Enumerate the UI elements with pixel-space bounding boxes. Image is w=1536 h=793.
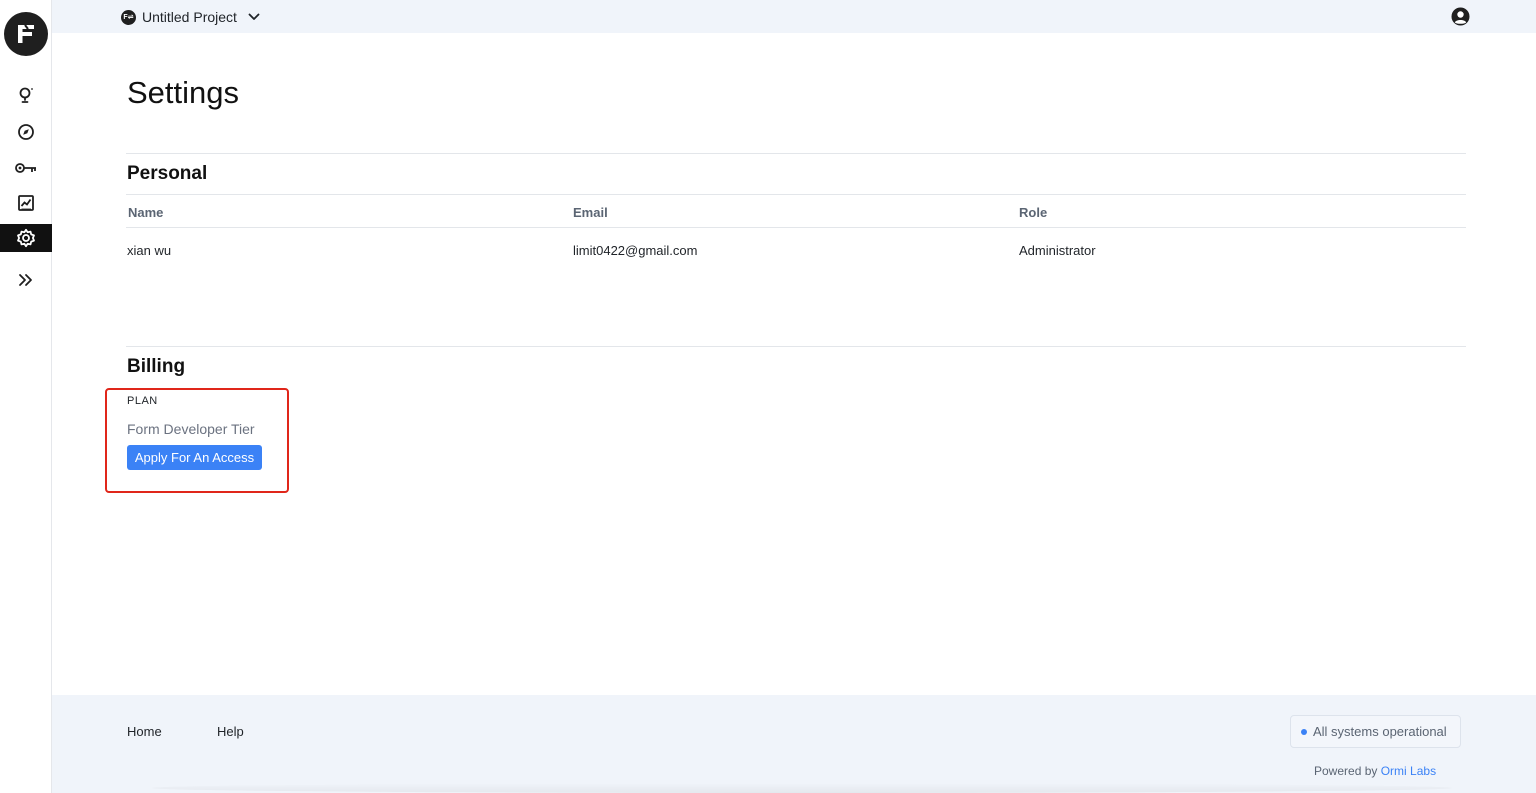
page-title: Settings <box>127 75 240 110</box>
personal-section-title: Personal <box>127 163 208 184</box>
column-header-email: Email <box>573 205 608 220</box>
footer: Home Help All systems operational Powere… <box>52 695 1536 793</box>
divider <box>126 346 1466 347</box>
powered-by-label: Powered by <box>1314 764 1378 778</box>
compass-icon[interactable] <box>0 118 52 146</box>
status-badge[interactable]: All systems operational <box>1290 715 1461 748</box>
user-role-cell: Administrator <box>1019 243 1096 258</box>
app-root: F⇌ Untitled Project Settings Personal Na… <box>0 0 1536 793</box>
project-name: Untitled Project <box>142 9 237 25</box>
f-logo-icon[interactable] <box>4 12 48 56</box>
column-header-name: Name <box>128 205 164 220</box>
expand-icon[interactable] <box>0 266 52 294</box>
footer-help-link[interactable]: Help <box>217 724 244 739</box>
settings-main: Settings Personal Name Email Role xian w… <box>52 33 1536 695</box>
status-text: All systems operational <box>1313 724 1447 739</box>
billing-section-title: Billing <box>127 356 186 377</box>
divider <box>126 153 1466 154</box>
divider <box>126 194 1466 195</box>
key-icon[interactable] <box>0 154 52 182</box>
status-dot-icon <box>1301 728 1307 735</box>
powered-by: Powered by Ormi Labs <box>1314 764 1436 778</box>
apply-for-access-button[interactable]: Apply For An Access <box>127 445 262 470</box>
project-selector[interactable]: F⇌ Untitled Project <box>121 7 261 27</box>
top-bar: F⇌ Untitled Project <box>52 0 1536 33</box>
chart-icon[interactable] <box>0 189 52 217</box>
ideas-icon[interactable] <box>0 81 52 109</box>
column-header-role: Role <box>1019 205 1048 220</box>
project-icon: F⇌ <box>121 9 136 25</box>
gear-icon[interactable] <box>0 224 52 252</box>
sidebar <box>0 0 52 793</box>
plan-name: Form Developer Tier <box>127 421 255 437</box>
user-email-cell: limit0422@gmail.com <box>573 243 698 258</box>
user-circle-icon[interactable] <box>1451 7 1470 26</box>
user-name-cell: xian wu <box>127 243 172 258</box>
chevron-down-icon <box>248 13 260 20</box>
ormi-labs-link[interactable]: Ormi Labs <box>1381 764 1436 778</box>
footer-shadow <box>152 783 1452 793</box>
table-header-divider <box>126 227 1466 228</box>
footer-home-link[interactable]: Home <box>127 724 162 739</box>
plan-label: PLAN <box>127 395 158 407</box>
